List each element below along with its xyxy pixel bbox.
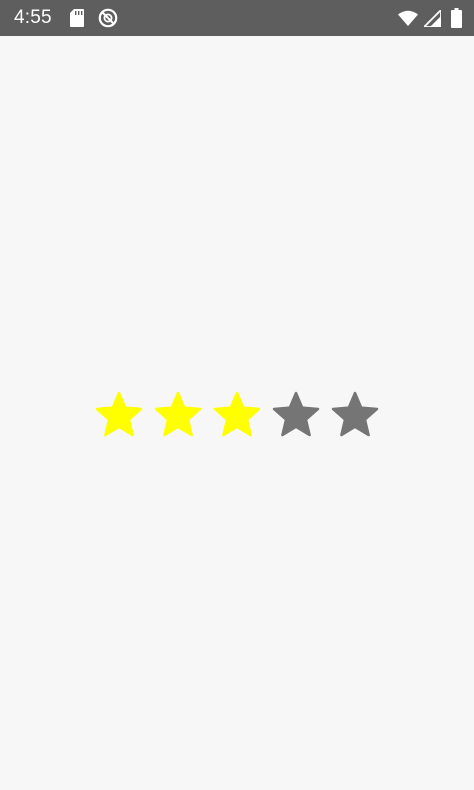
status-bar-left: 4:55	[14, 0, 118, 36]
wifi-icon	[398, 10, 418, 26]
cell-signal-icon	[424, 9, 441, 27]
do-not-disturb-icon	[98, 8, 118, 28]
star-filled-icon[interactable]	[153, 390, 203, 440]
star-empty-icon[interactable]	[330, 390, 380, 440]
status-bar-right	[392, 0, 462, 36]
battery-icon	[451, 8, 462, 28]
rating-bar[interactable]	[94, 390, 380, 440]
sd-card-icon	[69, 9, 84, 27]
star-filled-icon[interactable]	[212, 390, 262, 440]
star-empty-icon[interactable]	[271, 390, 321, 440]
star-filled-icon[interactable]	[94, 390, 144, 440]
status-time: 4:55	[14, 7, 52, 28]
status-bar: 4:55	[0, 0, 474, 36]
